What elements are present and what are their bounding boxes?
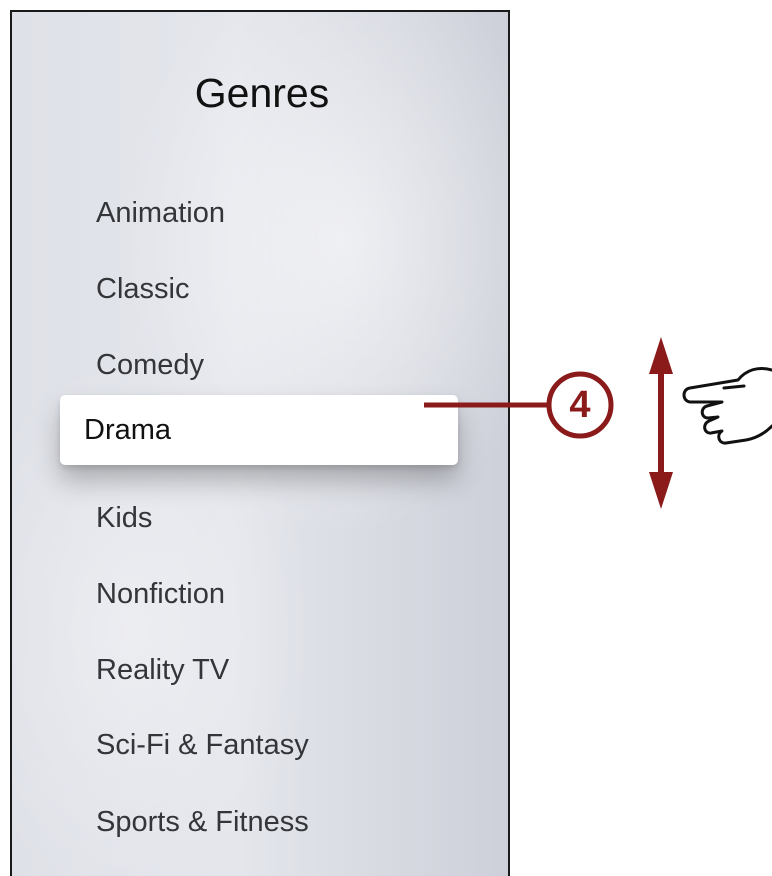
callout-overlay xyxy=(424,337,772,509)
up-down-arrow-icon xyxy=(649,337,673,509)
pointing-hand-icon xyxy=(682,366,772,445)
callout-number: 4 xyxy=(569,384,591,426)
